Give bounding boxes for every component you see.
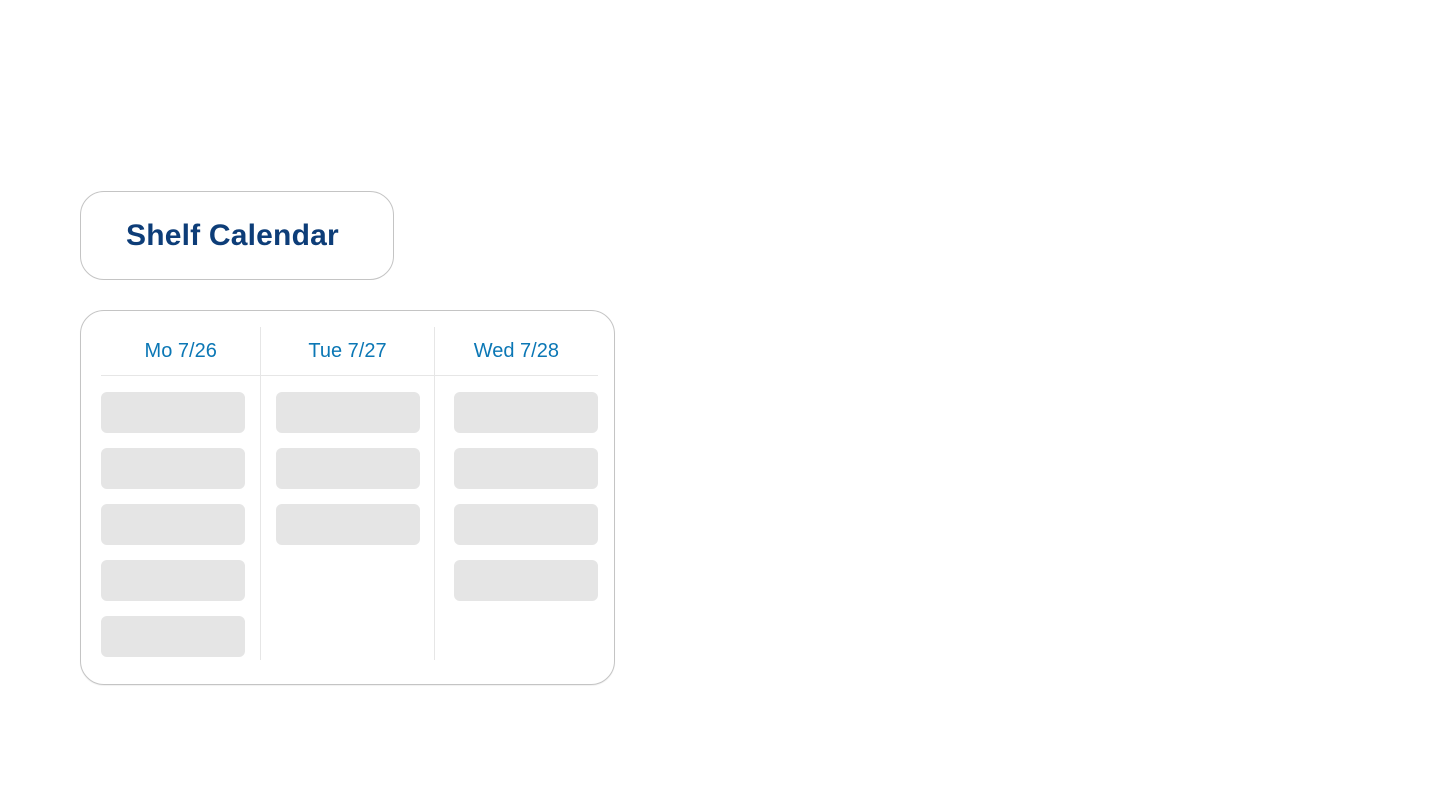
title-card: Shelf Calendar — [80, 191, 394, 280]
calendar-slot[interactable] — [275, 504, 420, 545]
day-header: Wed 7/28 — [434, 327, 598, 376]
day-header: Mo 7/26 — [101, 327, 261, 376]
calendar-slot[interactable] — [275, 392, 420, 433]
calendar-slot[interactable] — [454, 560, 598, 601]
page-title: Shelf Calendar — [126, 218, 339, 252]
calendar-slot[interactable] — [101, 616, 245, 657]
calendar-slot[interactable] — [454, 392, 598, 433]
calendar-slot[interactable] — [101, 392, 245, 433]
calendar-slot[interactable] — [275, 448, 420, 489]
day-header: Tue 7/27 — [261, 327, 434, 376]
day-column: Tue 7/27 — [260, 327, 434, 660]
calendar-slot[interactable] — [101, 560, 245, 601]
calendar-slot[interactable] — [101, 504, 245, 545]
calendar-slot[interactable] — [454, 448, 598, 489]
day-column: Mo 7/26 — [101, 327, 261, 660]
slot-list — [101, 376, 260, 657]
shelf-calendar: Mo 7/26 Tue 7/27 Wed 7/28 — [80, 310, 615, 685]
slot-list — [261, 376, 433, 545]
calendar-slot[interactable] — [454, 504, 598, 545]
slot-list — [435, 376, 598, 601]
calendar-columns: Mo 7/26 Tue 7/27 Wed 7/28 — [101, 327, 598, 660]
calendar-slot[interactable] — [101, 448, 245, 489]
day-column: Wed 7/28 — [433, 327, 598, 660]
